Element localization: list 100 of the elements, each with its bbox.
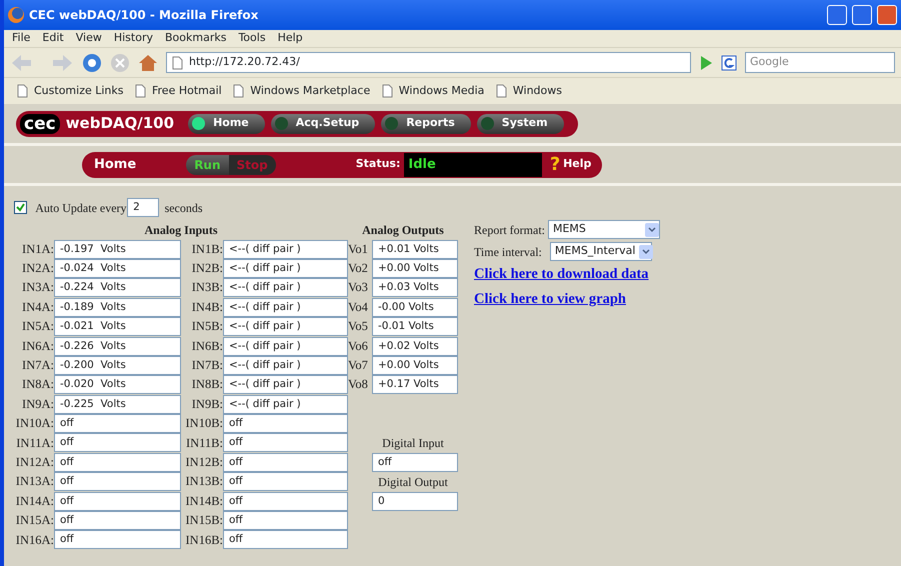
value-field[interactable]: -0.01 Volts [372,317,458,336]
value-field[interactable]: -0.197 Volts [54,240,181,259]
channel-label: IN4A: [21,298,54,316]
channel-label: Vo3 [348,279,369,296]
channel-label: IN13B: [184,473,223,490]
value-field[interactable]: off [372,452,458,472]
search-engine-icon [721,54,737,70]
channel-label: IN6A: [21,338,54,355]
channel-label: IN15B: [184,512,223,530]
status-value: Idle [404,152,544,176]
menu-item[interactable]: Tools [238,30,266,47]
menu-item[interactable]: History [114,30,153,47]
field-label: Report format: [474,222,545,238]
auto-update-label: Auto Update every [35,200,127,216]
value-field[interactable]: +0.02 Volts [372,336,458,356]
close-button[interactable] [877,5,897,25]
value-field[interactable]: <--( diff pair ) [223,317,348,336]
search-field[interactable]: Google [745,52,895,73]
value-field[interactable]: <--( diff pair ) [223,375,348,394]
channel-label: Vo8 [348,376,369,394]
nav-tab[interactable]: System [476,114,564,134]
value-field[interactable]: off [223,414,348,434]
bookmark-link[interactable]: Windows Media [398,82,484,100]
channel-label: IN13A: [14,473,54,490]
value-field[interactable]: <--( diff pair ) [223,356,348,375]
value-field[interactable]: -0.021 Volts [54,317,181,336]
value-field[interactable]: off [54,530,181,550]
menu-item[interactable]: Help [278,30,303,47]
value-field[interactable]: -0.189 Volts [54,298,181,317]
value-field[interactable]: <--( diff pair ) [223,394,348,414]
checkbox[interactable] [14,201,27,214]
value-field[interactable]: off [223,530,348,550]
value-field[interactable]: off [54,433,181,452]
value-field[interactable]: off [223,472,348,492]
channel-label: IN16A: [14,532,54,549]
value-field[interactable]: off [223,433,348,452]
bookmark-link[interactable]: Windows [512,82,562,100]
channel-label: IN1A: [21,240,54,258]
value-field[interactable]: +0.00 Volts [372,356,458,375]
value-field[interactable]: -0.225 Volts [54,394,181,414]
channel-label: Vo4 [348,298,369,316]
link[interactable]: Click here to view graph [474,288,660,310]
channel-label: Vo7 [348,357,369,374]
value-field[interactable]: off [223,511,348,530]
field-label: Time interval: [474,244,542,260]
interval-field[interactable]: 2 [127,198,160,217]
bookmark-link[interactable]: Customize Links [34,82,124,100]
home-icon [138,52,158,72]
section-heading: Analog Outputs [361,222,445,239]
channel-label: IN9B: [190,396,223,413]
bookmark-link[interactable]: Windows Marketplace [250,82,370,100]
go-icon [699,54,713,70]
menu-item[interactable]: Bookmarks [164,30,226,47]
value-field[interactable]: off [223,452,348,472]
value-field[interactable]: 0 [372,492,458,511]
value-field[interactable]: -0.00 Volts [372,298,458,317]
address-bar[interactable]: http://172.20.72.43/ [166,52,691,73]
status-label: Status: [356,156,400,172]
value-field[interactable]: +0.17 Volts [372,375,458,394]
value-field[interactable]: <--( diff pair ) [223,278,348,298]
nav-tab[interactable]: Home [188,114,265,134]
window-title: CEC webDAQ/100 - Mozilla Firefox [29,7,258,24]
value-field[interactable]: <--( diff pair ) [223,258,348,278]
value-field[interactable]: <--( diff pair ) [223,240,348,259]
value-field[interactable]: off [54,414,181,434]
minimize-button[interactable] [827,5,847,25]
run-button[interactable]: Run [186,154,229,174]
value-field[interactable]: -0.020 Volts [54,375,181,394]
value-field[interactable]: off [54,472,181,492]
caret-icon [639,244,654,258]
link[interactable]: Click here to download data [474,264,660,286]
value-field[interactable]: <--( diff pair ) [223,298,348,317]
value-field[interactable]: -0.226 Volts [54,336,181,356]
maximize-button[interactable] [852,5,872,25]
nav-tab[interactable]: Reports [381,114,471,134]
help-icon: ? [550,151,560,178]
value-field[interactable]: off [54,492,181,511]
value-field[interactable]: -0.200 Volts [54,356,181,375]
page-icon [232,84,246,98]
firefox-icon [8,7,24,23]
value-field[interactable]: +0.03 Volts [372,278,458,298]
value-field[interactable]: +0.00 Volts [372,258,458,278]
menu-item[interactable]: Edit [42,30,64,47]
dropdown[interactable]: MEMS [548,220,660,239]
menu-item[interactable]: File [12,30,30,47]
value-field[interactable]: off [54,511,181,530]
value-field[interactable]: -0.224 Volts [54,278,181,298]
menu-item[interactable]: View [76,30,102,47]
value-field[interactable]: off [223,492,348,511]
nav-tab[interactable]: Acq.Setup [270,114,376,134]
channel-label: IN12A: [14,454,54,471]
value-field[interactable]: <--( diff pair ) [223,336,348,356]
value-field[interactable]: +0.01 Volts [372,240,458,259]
help-link[interactable]: Help [563,156,592,173]
value-field[interactable]: off [54,452,181,472]
channel-label: IN5A: [21,318,54,336]
bookmark-link[interactable]: Free Hotmail [152,82,222,100]
value-field[interactable]: -0.024 Volts [54,258,181,278]
channel-label: IN9A: [21,396,54,413]
dropdown[interactable]: MEMS_Interval [550,242,652,261]
